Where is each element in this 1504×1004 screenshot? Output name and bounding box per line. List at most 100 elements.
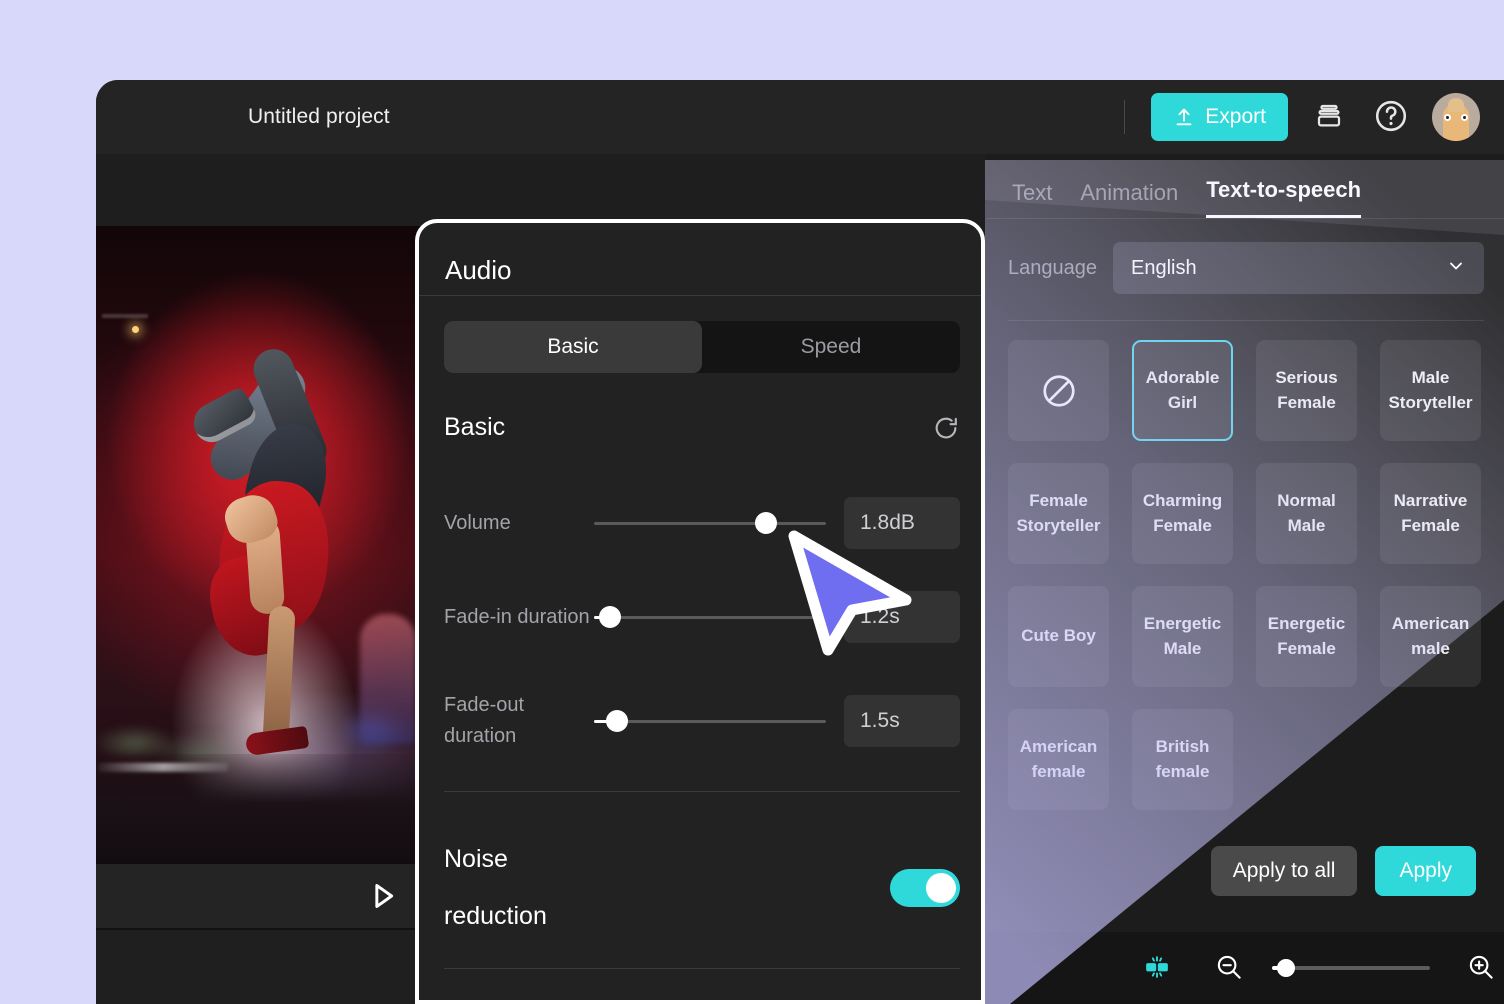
avatar-eye-left xyxy=(1444,114,1451,121)
noise-label-line1: Noise xyxy=(444,845,508,873)
audio-dialog: Audio Basic Speed Basic Volume Fade-in d… xyxy=(415,219,985,1004)
audio-dialog-header-divider xyxy=(419,295,981,296)
noise-label-line2: reduction xyxy=(444,902,547,930)
voice-option-adorable-girl[interactable]: Adorable Girl xyxy=(1132,340,1233,441)
zoom-in-button[interactable] xyxy=(1460,947,1502,989)
noise-reduction-row: Noise reduction xyxy=(444,823,960,953)
apply-actions: Apply to all Apply xyxy=(1211,846,1476,896)
tab-text-to-speech[interactable]: Text-to-speech xyxy=(1206,177,1361,218)
voice-option-american-male[interactable]: American male xyxy=(1380,586,1481,687)
help-button[interactable] xyxy=(1370,96,1412,138)
help-circle-icon xyxy=(1373,98,1409,137)
voice-option-none[interactable] xyxy=(1008,340,1109,441)
volume-slider[interactable] xyxy=(594,513,826,533)
fade-in-label: Fade-in duration xyxy=(444,602,594,633)
apply-to-all-button[interactable]: Apply to all xyxy=(1211,846,1358,896)
header-actions: Export xyxy=(1124,93,1480,141)
layers-icon-button[interactable] xyxy=(1308,96,1350,138)
language-select[interactable]: English xyxy=(1113,242,1484,294)
tab-animation[interactable]: Animation xyxy=(1080,180,1178,218)
voice-option-serious-female[interactable]: Serious Female xyxy=(1256,340,1357,441)
voice-option-narrative-female[interactable]: Narrative Female xyxy=(1380,463,1481,564)
right-panel: Text Animation Text-to-speech Language E… xyxy=(986,154,1504,1004)
zoom-slider-thumb[interactable] xyxy=(1277,959,1295,977)
voice-option-energetic-female[interactable]: Energetic Female xyxy=(1256,586,1357,687)
fade-in-row: Fade-in duration xyxy=(444,585,960,649)
voice-option-normal-male[interactable]: Normal Male xyxy=(1256,463,1357,564)
voice-option-american-female[interactable]: American female xyxy=(1008,709,1109,810)
fade-out-slider-thumb[interactable] xyxy=(606,710,628,732)
page-title: Untitled project xyxy=(248,105,390,129)
fade-in-slider-track xyxy=(594,616,826,619)
volume-slider-track xyxy=(594,522,826,525)
volume-label: Volume xyxy=(444,508,594,539)
magic-sparkle-icon xyxy=(1143,953,1171,984)
upload-icon xyxy=(1173,106,1195,128)
fade-in-slider[interactable] xyxy=(594,607,826,627)
chevron-down-icon xyxy=(1446,256,1466,281)
tab-basic[interactable]: Basic xyxy=(444,321,702,373)
language-label: Language xyxy=(1008,257,1097,280)
reset-button[interactable] xyxy=(932,414,960,442)
preview-floor xyxy=(96,754,420,864)
avatar-hair xyxy=(1448,98,1464,112)
preview-dancer xyxy=(174,306,364,806)
zoom-out-button[interactable] xyxy=(1208,947,1250,989)
avatar-face xyxy=(1443,103,1469,141)
noise-reduction-toggle[interactable] xyxy=(890,869,960,907)
tab-text[interactable]: Text xyxy=(1012,180,1052,218)
play-button[interactable] xyxy=(368,880,398,912)
bottom-toolbar xyxy=(986,932,1504,1004)
basic-section-header: Basic xyxy=(444,413,960,442)
fade-out-value-input[interactable] xyxy=(844,695,960,747)
volume-row: Volume xyxy=(444,491,960,555)
video-preview[interactable] xyxy=(96,226,420,864)
avatar[interactable] xyxy=(1432,93,1480,141)
no-voice-icon xyxy=(1040,372,1078,410)
audio-mode-tabs: Basic Speed xyxy=(444,321,960,373)
preview-stage-lamp xyxy=(132,326,139,333)
voice-option-male-storyteller[interactable]: Male Storyteller xyxy=(1380,340,1481,441)
zoom-in-icon xyxy=(1466,952,1496,985)
audio-dialog-divider-2 xyxy=(444,791,960,792)
tab-speed[interactable]: Speed xyxy=(702,321,960,373)
volume-slider-thumb[interactable] xyxy=(755,512,777,534)
zoom-slider[interactable] xyxy=(1280,966,1430,970)
fade-out-slider-track xyxy=(594,720,826,723)
page-root: Untitled project Export xyxy=(0,0,1504,1004)
player-controls-bar xyxy=(96,864,420,928)
voice-option-cute-boy[interactable]: Cute Boy xyxy=(1008,586,1109,687)
dancer-ground-hand xyxy=(245,726,309,756)
audio-dialog-divider-3 xyxy=(444,968,960,969)
fade-in-slider-thumb[interactable] xyxy=(599,606,621,628)
fade-in-value-input[interactable] xyxy=(844,591,960,643)
header-divider xyxy=(1124,100,1125,134)
audio-dialog-title: Audio xyxy=(445,255,512,286)
layers-icon xyxy=(1314,101,1344,134)
language-divider xyxy=(1008,320,1484,321)
toggle-knob xyxy=(926,873,956,903)
export-button[interactable]: Export xyxy=(1151,93,1288,141)
app-header: Untitled project Export xyxy=(96,80,1504,154)
export-label: Export xyxy=(1205,105,1266,129)
fade-out-slider[interactable] xyxy=(594,711,826,731)
voice-option-british-female[interactable]: British female xyxy=(1132,709,1233,810)
preview-ceiling-beam xyxy=(102,314,148,318)
play-icon xyxy=(368,900,398,915)
voice-option-energetic-male[interactable]: Energetic Male xyxy=(1132,586,1233,687)
magic-sparkle-button[interactable] xyxy=(1136,947,1178,989)
panel-tabs-divider xyxy=(986,218,1504,219)
voice-option-charming-female[interactable]: Charming Female xyxy=(1132,463,1233,564)
apply-button[interactable]: Apply xyxy=(1375,846,1476,896)
panel-tabs: Text Animation Text-to-speech xyxy=(1012,162,1361,218)
fade-out-row: Fade-out duration xyxy=(444,689,960,753)
volume-value-input[interactable] xyxy=(844,497,960,549)
voice-option-female-storyteller[interactable]: Female Storyteller xyxy=(1008,463,1109,564)
zoom-out-icon xyxy=(1214,952,1244,985)
reset-icon xyxy=(932,430,960,445)
language-row: Language English xyxy=(1008,242,1484,294)
language-value: English xyxy=(1131,257,1197,280)
fade-out-label: Fade-out duration xyxy=(444,690,594,752)
basic-section-title: Basic xyxy=(444,413,505,442)
noise-reduction-label: Noise reduction xyxy=(444,831,624,946)
